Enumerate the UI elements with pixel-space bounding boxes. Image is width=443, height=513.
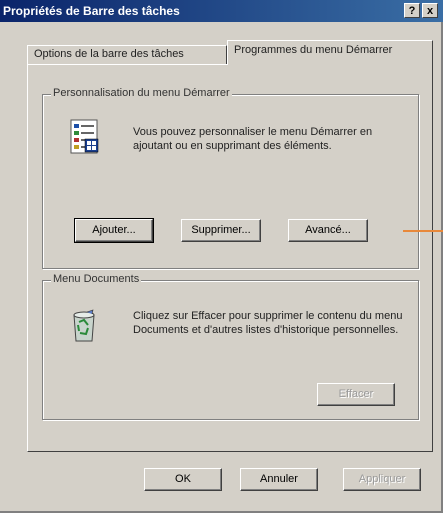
remove-button[interactable]: Supprimer... [181,219,261,242]
clear-button[interactable]: Effacer [317,383,395,406]
ok-button[interactable]: OK [144,468,222,491]
cancel-button[interactable]: Annuler [240,468,318,491]
documents-description: Cliquez sur Effacer pour supprimer le co… [133,310,403,336]
dialog-window: Propriétés de Barre des tâches ? x Optio… [0,0,443,513]
group-customize-start-menu: Personnalisation du menu Démarrer Vous p… [42,87,419,269]
tab-panel: Personnalisation du menu Démarrer Vous p… [27,64,433,452]
add-button[interactable]: Ajouter... [74,218,154,243]
tab-start-menu-programs[interactable]: Programmes du menu Démarrer [227,40,433,65]
advanced-button[interactable]: Avancé... [288,219,368,242]
apply-button[interactable]: Appliquer [343,468,421,491]
group-label-documents: Menu Documents [51,273,142,285]
recycle-bin-icon [69,309,99,346]
close-button[interactable]: x [422,3,438,18]
group-label-customize: Personnalisation du menu Démarrer [51,87,232,99]
group-documents-menu: Menu Documents Cliquez sur Effacer pour … [42,273,419,420]
help-button[interactable]: ? [404,3,420,18]
start-menu-list-icon [70,119,100,158]
tab-taskbar-options[interactable]: Options de la barre des tâches [27,45,227,64]
title-bar[interactable]: Propriétés de Barre des tâches ? x [0,0,443,22]
customize-description: Vous pouvez personnaliser le menu Démarr… [133,126,373,152]
window-title: Propriétés de Barre des tâches [3,4,180,18]
annotation-pointer-line [403,230,443,232]
